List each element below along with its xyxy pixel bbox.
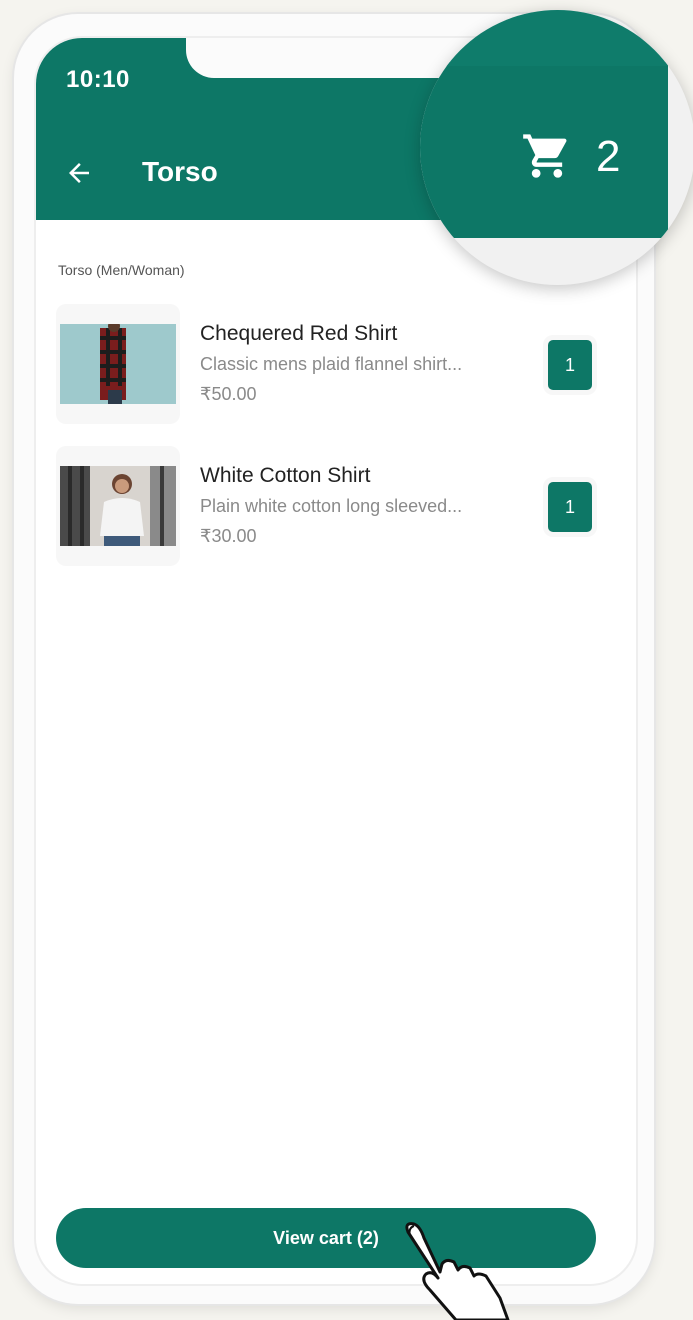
shopping-cart-icon[interactable] (520, 130, 574, 182)
quantity-badge[interactable]: 1 (548, 482, 592, 532)
product-description: Plain white cotton long sleeved... (200, 496, 463, 516)
product-image (56, 446, 180, 566)
category-label: Torso (Men/Woman) (58, 262, 185, 278)
page-title: Torso (142, 156, 218, 187)
product-name: White Cotton Shirt (200, 464, 371, 487)
arrow-left-icon[interactable] (64, 158, 94, 188)
product-price: ₹30.00 (200, 526, 257, 546)
product-item-white-cotton-shirt[interactable]: White Cotton Shirt Plain white cotton lo… (36, 446, 636, 570)
product-image (56, 304, 180, 424)
quantity-badge[interactable]: 1 (548, 340, 592, 390)
cart-count: 2 (596, 132, 621, 181)
product-name: Chequered Red Shirt (200, 322, 398, 345)
product-price: ₹50.00 (200, 384, 257, 404)
product-item-chequered-red-shirt[interactable]: Chequered Red Shirt Classic mens plaid f… (36, 304, 636, 428)
magnified-status-bar (420, 10, 668, 66)
tap-hand-icon (405, 1222, 510, 1320)
status-time: 10:10 (66, 66, 130, 93)
product-description: Classic mens plaid flannel shirt... (200, 354, 463, 374)
cart-magnifier-callout: 2 (420, 10, 693, 285)
